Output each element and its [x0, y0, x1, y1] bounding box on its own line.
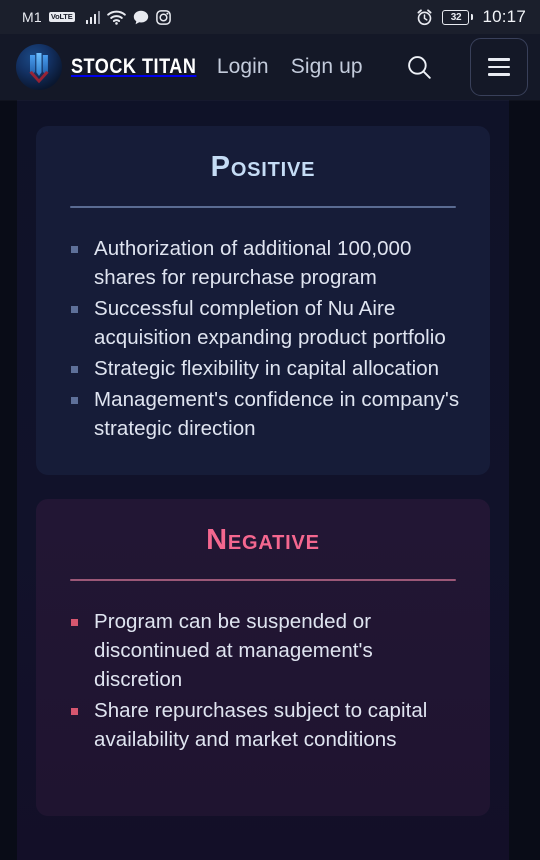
signal-bars-icon [85, 10, 101, 24]
negative-card: Negative Program can be suspended or dis… [36, 498, 490, 816]
stock-titan-logo-icon [16, 44, 62, 90]
header-nav: Login Sign up [217, 38, 528, 96]
search-icon[interactable] [405, 53, 434, 82]
positive-bullet-list: Authorization of additional 100,000 shar… [70, 234, 460, 443]
list-item: Program can be suspended or discontinued… [70, 607, 460, 694]
list-item: Successful completion of Nu Aire acquisi… [70, 294, 460, 352]
positive-card-divider [70, 205, 456, 208]
android-status-bar: M1 VoLTE 32 10:17 [0, 0, 540, 34]
positive-card-title: Positive [210, 151, 316, 183]
volte-badge: VoLTE [48, 11, 75, 23]
carrier-name: M1 [22, 9, 42, 25]
hamburger-menu-icon[interactable] [469, 38, 528, 96]
wifi-icon [107, 10, 127, 25]
signup-link[interactable]: Sign up [291, 55, 363, 79]
login-link[interactable]: Login [217, 55, 269, 79]
battery-icon: 32 [442, 9, 474, 25]
status-bar-right-group: 32 10:17 [416, 7, 526, 27]
page-content: Positive Authorization of additional 100… [0, 100, 540, 860]
list-item: Strategic flexibility in capital allocat… [70, 354, 460, 383]
alarm-clock-icon [416, 8, 433, 26]
chat-bubble-icon [133, 10, 149, 25]
brand-home-link[interactable]: STOCK TITAN [16, 44, 217, 90]
negative-bullet-list: Program can be suspended or discontinued… [70, 607, 460, 754]
content-column: Positive Authorization of additional 100… [17, 100, 509, 860]
battery-level-text: 32 [450, 11, 462, 23]
list-item: Authorization of additional 100,000 shar… [70, 234, 460, 292]
list-item: Share repurchases subject to capital ava… [70, 696, 460, 754]
status-bar-left-group: M1 VoLTE [22, 9, 172, 25]
negative-card-title: Negative [206, 523, 320, 556]
status-bar-clock: 10:17 [482, 7, 526, 26]
brand-name: STOCK TITAN [71, 55, 197, 78]
negative-card-divider [70, 578, 456, 581]
positive-card: Positive Authorization of additional 100… [36, 126, 490, 475]
list-item: Management's confidence in company's str… [70, 385, 460, 443]
site-header: STOCK TITAN Login Sign up [0, 34, 540, 100]
instagram-icon [156, 9, 172, 25]
